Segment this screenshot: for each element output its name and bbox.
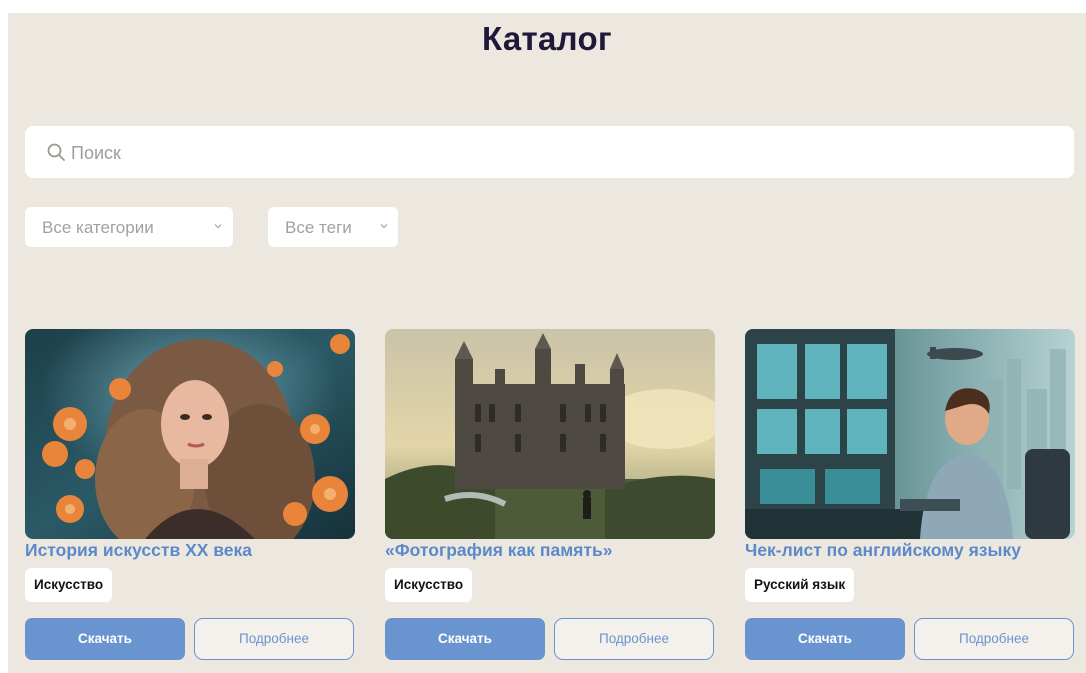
search-icon	[47, 143, 65, 161]
details-button[interactable]: Подробнее	[914, 618, 1074, 660]
category-select[interactable]: Все категории	[25, 207, 233, 247]
card-tag: Русский язык	[745, 568, 855, 602]
card-image[interactable]	[745, 329, 1075, 539]
card-tag: Искусство	[25, 568, 113, 602]
course-card: Чек-лист по английскому языку Русский яз…	[745, 329, 1075, 661]
card-image[interactable]	[385, 329, 715, 539]
course-card: «Фотография как память» Искусство Скачат…	[385, 329, 715, 661]
tags-select[interactable]: Все теги	[268, 207, 398, 247]
course-card: История искусств XX века Искусство Скача…	[25, 329, 355, 661]
card-title[interactable]: История искусств XX века	[25, 540, 252, 561]
card-title[interactable]: «Фотография как память»	[385, 540, 612, 561]
card-tag: Искусство	[385, 568, 473, 602]
chevron-down-icon	[380, 224, 388, 229]
details-button[interactable]: Подробнее	[194, 618, 354, 660]
card-image[interactable]	[25, 329, 355, 539]
download-button[interactable]: Скачать	[25, 618, 185, 660]
download-button[interactable]: Скачать	[385, 618, 545, 660]
search-bar[interactable]	[25, 126, 1074, 180]
tags-select-value: Все теги	[285, 218, 352, 237]
catalog-page: Каталог Все категории Все теги	[8, 13, 1086, 673]
details-button[interactable]: Подробнее	[554, 618, 714, 660]
chevron-down-icon	[214, 224, 222, 229]
category-select-value: Все категории	[42, 218, 154, 237]
card-title[interactable]: Чек-лист по английскому языку	[745, 540, 1021, 561]
search-input[interactable]	[69, 126, 1053, 180]
page-title: Каталог	[482, 20, 612, 57]
download-button[interactable]: Скачать	[745, 618, 905, 660]
